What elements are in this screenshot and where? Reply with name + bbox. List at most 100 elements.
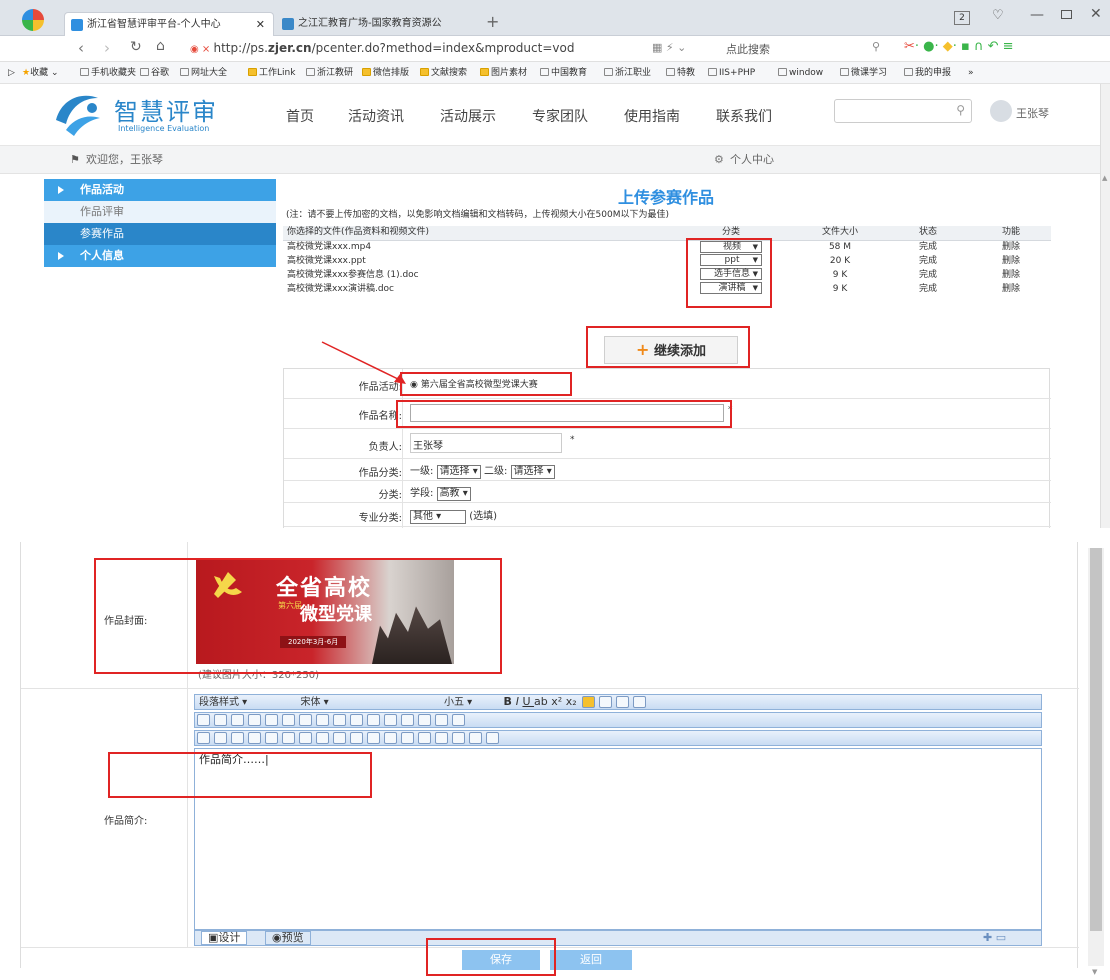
emoji-icon[interactable] [418,732,431,744]
fav-item[interactable]: 特教 [666,62,695,83]
select-icon[interactable] [350,714,363,726]
fav-item[interactable]: 文献搜索 [420,62,467,83]
fav-item[interactable]: 微课学习 [840,62,887,83]
scroll-down-icon[interactable]: ▼ [1092,968,1097,976]
fav-item[interactable]: 图片素材 [480,62,527,83]
text-color-icon[interactable] [435,714,448,726]
qr-icon[interactable]: ▦ ⚡ ⌄ [652,41,686,54]
sidebar-item-works-review[interactable]: 作品评审 [44,201,276,223]
skin-icon[interactable]: ♡ [992,8,1004,23]
new-tab-button[interactable]: + [486,12,499,31]
header-user-name[interactable]: 王张琴 [1016,105,1049,121]
flash-icon[interactable] [214,732,227,744]
sidebar-item-personal-info[interactable]: 个人信息 [44,245,276,267]
close-tab-icon[interactable]: ✕ [256,13,265,36]
grid-icon[interactable] [469,732,482,744]
fav-item[interactable]: 我的申报 [904,62,951,83]
url-field[interactable]: ◉ ⨯ http://ps.zjer.cn/pcenter.do?method=… [190,41,574,55]
minimize-icon[interactable]: — [1030,7,1044,23]
size-select[interactable]: 小五 ▾ [444,696,500,709]
nav-showcase[interactable]: 活动展示 [440,106,496,126]
fav-item[interactable]: 浙江职业 [604,62,651,83]
find-icon[interactable] [265,714,278,726]
eraser-icon[interactable] [299,714,312,726]
cut-icon[interactable] [197,714,210,726]
major-select[interactable]: 其他 ▾ [410,510,466,524]
close-window-icon[interactable]: ✕ [1090,6,1102,22]
delete-icon[interactable] [282,714,295,726]
avatar[interactable] [990,100,1012,122]
nav-contact[interactable]: 联系我们 [716,106,772,126]
image-icon[interactable] [197,732,210,744]
hr-icon[interactable] [316,732,329,744]
level2-select[interactable]: 请选择 ▾ [510,465,555,479]
justify-icon[interactable] [633,696,647,708]
fav-item[interactable]: 工作Link [248,62,295,83]
sidebar-item-entries[interactable]: 参赛作品 [44,223,276,245]
textbox-icon[interactable] [333,732,346,744]
back-button[interactable]: 返回 [550,950,632,970]
search-icon[interactable]: ⚲ [956,103,965,117]
forward-icon[interactable]: › [104,39,110,57]
level1-select[interactable]: 请选择 ▾ [436,465,481,479]
para-style-select[interactable]: 段落样式 ▾ [195,696,297,709]
fav-item[interactable]: ★收藏 ⌄ [22,62,59,83]
back-icon[interactable]: ‹ [78,39,84,57]
fav-item[interactable]: window [778,62,823,83]
fav-item[interactable]: 中国教育 [540,62,587,83]
favbar-toggle-icon[interactable]: ▷ [8,62,15,83]
fav-item[interactable]: 浙江教研 [306,62,353,83]
frame-icon[interactable] [299,732,312,744]
tab-smart-review[interactable]: 浙江省智慧评审平台-个人中心 ✕ [64,12,274,36]
fav-item[interactable]: IIS+PHP [708,62,755,83]
attach-icon[interactable] [248,732,261,744]
redo-icon[interactable] [333,714,346,726]
sidebar-item-works-activity[interactable]: 作品活动 [44,179,276,201]
nav-experts[interactable]: 专家团队 [532,106,588,126]
tab-counter[interactable]: 2 [954,11,970,25]
personal-center-label[interactable]: 个人中心 [730,146,774,174]
bg-color-icon[interactable] [452,714,465,726]
superscript-icon[interactable]: x² [551,695,565,708]
fav-more-icon[interactable]: » [968,62,974,83]
fav-item[interactable]: 微信排版 [362,62,409,83]
copy-icon[interactable] [214,714,227,726]
scrollbar-thumb[interactable] [1090,548,1102,931]
align-center-icon[interactable] [599,696,613,708]
marquee-icon[interactable] [435,732,448,744]
preview-tab[interactable]: ◉预览 [265,931,311,945]
special-char-icon[interactable] [401,732,414,744]
media-icon[interactable] [231,732,244,744]
site-search-input[interactable]: ⚲ [834,99,972,123]
fav-item[interactable]: 网址大全 [180,62,227,83]
template-icon[interactable] [282,732,295,744]
nav-home[interactable]: 首页 [286,106,314,126]
delete-link[interactable]: 删除 [971,240,1051,254]
fullscreen-icon[interactable] [486,732,499,744]
insert-image-icon[interactable] [452,732,465,744]
nav-news[interactable]: 活动资讯 [348,106,404,126]
delete-link[interactable]: 删除 [971,268,1051,282]
anchor-icon[interactable] [384,732,397,744]
search-icon[interactable]: ⚲ [872,40,880,53]
undo-icon[interactable] [316,714,329,726]
bold-icon[interactable]: B [504,695,516,708]
subscript-icon[interactable]: x₂ [566,695,580,708]
paste-text-icon[interactable] [248,714,261,726]
underline-icon[interactable]: U [522,695,534,708]
table-icon[interactable] [265,732,278,744]
maximize-icon[interactable] [1061,10,1072,19]
scroll-up-icon[interactable]: ▲ [1102,174,1107,182]
indent-icon[interactable] [401,714,414,726]
delete-link[interactable]: 删除 [971,254,1051,268]
stage-select[interactable]: 高教 ▾ [436,487,471,501]
font-select[interactable]: 宋体 ▾ [301,696,441,709]
design-tab[interactable]: ▣设计 [201,931,248,945]
home-icon[interactable]: ⌂ [156,38,165,54]
fav-item[interactable]: 谷歌 [140,62,169,83]
toolbar-extension-icons[interactable]: ✂· ●· ◆· ▪ ∩ ↶ ≡ [904,39,1014,54]
owner-input[interactable]: 王张琴 [410,433,562,453]
link-icon[interactable] [350,732,363,744]
refresh-icon[interactable]: ↻ [130,39,142,55]
scrollbar[interactable]: ▲ [1100,84,1110,528]
